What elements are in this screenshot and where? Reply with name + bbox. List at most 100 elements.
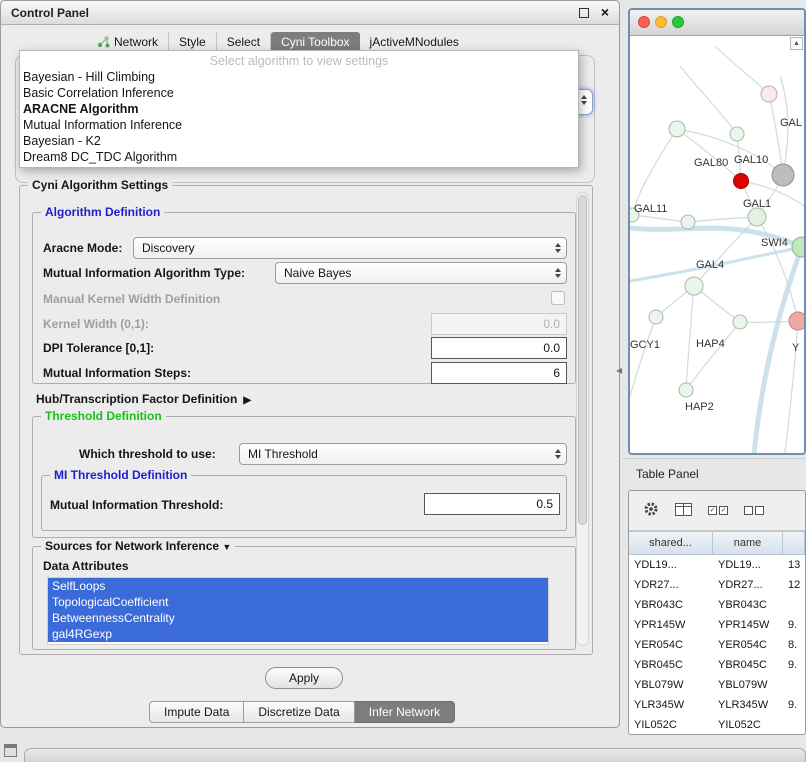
- table-header-row: shared... name: [629, 531, 805, 555]
- column-header-name[interactable]: name: [713, 532, 783, 554]
- close-traffic-light[interactable]: [638, 16, 650, 28]
- floating-panel-icon[interactable]: [4, 744, 17, 757]
- chevron-down-icon: ▼: [222, 542, 231, 552]
- dpi-tolerance-field[interactable]: 0.0: [431, 337, 567, 359]
- table-panel-header: Table Panel: [622, 458, 806, 488]
- chevron-right-icon: ▶: [243, 395, 251, 406]
- table-row[interactable]: YER054CYER054C8.: [629, 635, 805, 655]
- mi-threshold-group: MI Threshold Definition Mutual Informati…: [41, 475, 567, 531]
- attribute-item-selected[interactable]: BetweennessCentrality: [48, 610, 548, 626]
- scrollbar-thumb[interactable]: [578, 195, 587, 525]
- network-node[interactable]: [679, 383, 693, 397]
- column-header-shared-name[interactable]: shared...: [629, 532, 713, 554]
- select-all-icon[interactable]: ✓ ✓: [708, 506, 728, 515]
- network-node[interactable]: [789, 312, 804, 330]
- algorithm-dropdown-popup: Select algorithm to view settings Bayesi…: [19, 50, 579, 168]
- tab-impute-data[interactable]: Impute Data: [149, 701, 244, 723]
- tab-jactivemnodules[interactable]: jActiveMNodules: [360, 32, 469, 52]
- manual-kernel-checkbox[interactable]: [551, 291, 565, 305]
- table-panel-title: Table Panel: [636, 467, 699, 481]
- dropdown-item[interactable]: Dream8 DC_TDC Algorithm: [20, 149, 578, 165]
- manual-kernel-label: Manual Kernel Width Definition: [43, 292, 220, 306]
- deselect-all-icon[interactable]: [744, 506, 764, 515]
- mi-type-label: Mutual Information Algorithm Type:: [43, 266, 245, 280]
- table-row[interactable]: YDR27...YDR27...12: [629, 575, 805, 595]
- mi-threshold-field[interactable]: 0.5: [424, 493, 560, 515]
- dropdown-item[interactable]: Bayesian - Hill Climbing: [20, 69, 578, 85]
- node-label: GAL10: [734, 154, 768, 166]
- network-node[interactable]: [792, 237, 804, 257]
- mi-steps-label: Mutual Information Steps:: [43, 366, 191, 380]
- table-row[interactable]: YBR045CYBR045C9.: [629, 655, 805, 675]
- minimize-traffic-light[interactable]: [655, 16, 667, 28]
- aracne-mode-select[interactable]: Discovery: [133, 237, 567, 259]
- zoom-traffic-light[interactable]: [672, 16, 684, 28]
- table-row[interactable]: YDL19...YDL19...13: [629, 555, 805, 575]
- combobox-stepper-icon: [555, 449, 561, 459]
- float-window-icon[interactable]: [579, 8, 589, 18]
- node-label: GAL4: [696, 259, 724, 271]
- attribute-item-selected[interactable]: TopologicalCoefficient: [48, 594, 548, 610]
- table-row[interactable]: YBL079WYBL079W: [629, 675, 805, 695]
- node-label: GAL1: [743, 198, 771, 210]
- hub-definition-expander[interactable]: Hub/Transcription Factor Definition▶: [36, 392, 251, 406]
- network-node[interactable]: [733, 315, 747, 329]
- network-node[interactable]: [685, 277, 703, 295]
- network-node[interactable]: [772, 164, 794, 186]
- network-node[interactable]: [649, 310, 663, 324]
- mi-steps-field[interactable]: 6: [431, 362, 567, 384]
- attribute-item-selected[interactable]: SelfLoops: [48, 578, 548, 594]
- dpi-tolerance-label: DPI Tolerance [0,1]:: [43, 341, 154, 355]
- close-icon[interactable]: ×: [601, 4, 609, 20]
- panel-collapse-handle-icon[interactable]: ◀: [616, 366, 622, 375]
- tab-discretize-data[interactable]: Discretize Data: [244, 701, 354, 723]
- node-label: GAL11: [634, 203, 667, 215]
- table-row[interactable]: YLR345WYLR345W9.: [629, 695, 805, 715]
- scroll-up-icon: ▲: [793, 40, 800, 47]
- mi-type-select[interactable]: Naive Bayes: [275, 262, 567, 284]
- table-row[interactable]: YBR043CYBR043C: [629, 595, 805, 615]
- settings-scrollbar[interactable]: [576, 192, 589, 646]
- table-body: YDL19...YDL19...13 YDR27...YDR27...12 YB…: [629, 555, 805, 734]
- cyni-bottom-tabs: Impute Data Discretize Data Infer Networ…: [149, 701, 455, 723]
- dropdown-item[interactable]: Basic Correlation Inference: [20, 85, 578, 101]
- tab-network-label: Network: [114, 35, 158, 49]
- network-edges: [630, 46, 804, 453]
- gear-icon[interactable]: [643, 501, 659, 520]
- combobox-stepper-icon: [555, 243, 561, 253]
- network-node-highlighted[interactable]: [734, 174, 749, 189]
- network-node[interactable]: [681, 215, 695, 229]
- network-graph: GAL GAL80 GAL10 GAL11 GAL1 SWI4 GAL4 GCY…: [630, 36, 804, 455]
- collapsed-bottom-panel: [24, 748, 806, 762]
- dropdown-item[interactable]: Mutual Information Inference: [20, 117, 578, 133]
- tab-select[interactable]: Select: [217, 32, 271, 52]
- tab-infer-network[interactable]: Infer Network: [355, 701, 455, 723]
- column-header-extra[interactable]: [783, 532, 805, 554]
- node-label: HAP4: [696, 338, 725, 350]
- scroll-up-button[interactable]: ▲: [790, 37, 803, 50]
- kernel-width-field[interactable]: 0.0: [431, 313, 567, 335]
- tab-network[interactable]: Network: [87, 32, 169, 52]
- network-canvas[interactable]: GAL GAL80 GAL10 GAL11 GAL1 SWI4 GAL4 GCY…: [630, 36, 804, 453]
- sources-expander[interactable]: Sources for Network Inference ▼: [41, 539, 235, 553]
- network-node[interactable]: [730, 127, 744, 141]
- group-title: MI Threshold Definition: [50, 468, 191, 482]
- tab-style[interactable]: Style: [169, 32, 217, 52]
- network-node[interactable]: [669, 121, 685, 137]
- apply-button[interactable]: Apply: [265, 667, 343, 689]
- combobox-stepper-icon: [581, 95, 587, 105]
- network-node[interactable]: [761, 86, 777, 102]
- column-browser-icon[interactable]: [675, 503, 692, 519]
- tab-cyni-toolbox[interactable]: Cyni Toolbox: [271, 32, 359, 52]
- control-panel-titlebar[interactable]: Control Panel ×: [1, 1, 619, 25]
- dropdown-item-selected[interactable]: ARACNE Algorithm: [20, 101, 578, 117]
- network-window-titlebar[interactable]: [630, 10, 804, 36]
- table-row[interactable]: YPR145WYPR145W9.: [629, 615, 805, 635]
- group-title: Algorithm Definition: [41, 205, 164, 219]
- mi-threshold-label: Mutual Information Threshold:: [50, 498, 223, 512]
- attribute-item-selected[interactable]: gal4RGexp: [48, 626, 548, 642]
- table-row[interactable]: YIL052CYIL052C: [629, 715, 805, 734]
- dropdown-item[interactable]: Bayesian - K2: [20, 133, 578, 149]
- network-node[interactable]: [748, 208, 766, 226]
- which-threshold-select[interactable]: MI Threshold: [239, 443, 567, 465]
